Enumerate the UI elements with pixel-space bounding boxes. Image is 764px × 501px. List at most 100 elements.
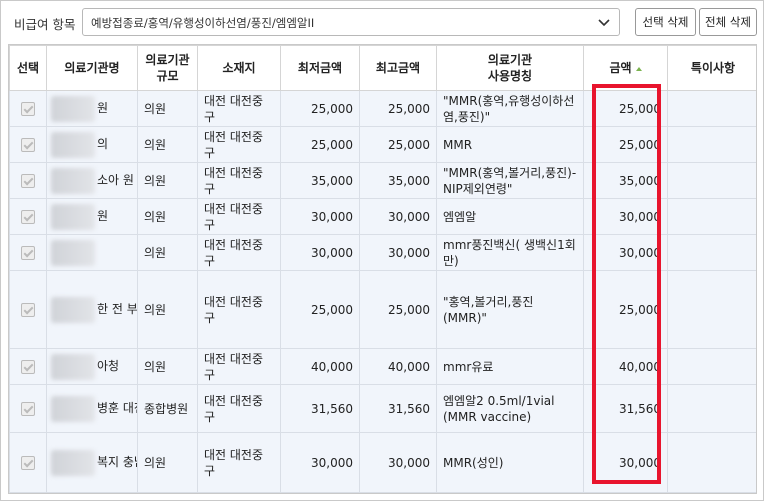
table-row[interactable]: 복지 충남 보건의원대전 대전중구30,00030,000MMR(성인)30,0… [9,432,756,493]
cell-location: 대전 대전중구 [197,90,281,127]
filter-label: 비급여 항목 [14,17,76,32]
cell-scale: 의원 [137,234,198,271]
col-header-scale[interactable]: 의료기관 규모 [137,45,198,91]
cell-max: 30,000 [359,198,437,235]
row-checkbox[interactable] [9,348,47,385]
cell-location: 대전 대전중구 [197,432,281,493]
table-row[interactable]: 병훈 대전종합병원대전 대전중구31,56031,560엠엠알2 0.5ml/1… [9,384,756,433]
checkbox-icon[interactable] [21,402,35,416]
cell-scale: 의원 [137,432,198,493]
cell-name: 원 [46,198,138,235]
cell-min: 30,000 [280,432,360,493]
filter-bar: 비급여 항목 예방접종료/홍역/유행성이하선염/풍진/엠엠알II 선택 삭제 전… [0,0,764,44]
redacted-name-blur [51,449,95,476]
cell-name-text: 복지 충남 보건 [97,455,137,469]
row-checkbox[interactable] [9,90,47,127]
checkbox-icon[interactable] [21,174,35,188]
cell-name-text: 원 [97,209,109,223]
cell-max: 35,000 [359,162,437,199]
table-row[interactable]: 원 의원 대전 대전중구 30,000 30,000 엠엠알 30,000 [9,198,756,235]
table-row[interactable]: 원 의원 대전 대전중구 25,000 25,000 "MMR(홍역,유행성이하선염,풍진… [9,90,756,127]
cell-name-text: 병훈 대전 [97,401,137,415]
cell-usage-name: mmr풍진백신( 생백신1회만) [436,234,584,271]
redacted-name-blur [51,296,95,323]
cell-remarks [667,270,756,349]
col-header-max[interactable]: 최고금액 [359,45,437,91]
row-checkbox[interactable] [9,162,47,199]
cell-remarks [667,90,756,127]
cell-usage-name: MMR [436,126,584,163]
cell-amount: 31,560 [583,384,668,433]
cell-max: 25,000 [359,126,437,163]
cell-location: 대전 대전중구 [197,162,281,199]
cell-name: 아청 [46,348,138,385]
category-select[interactable]: 예방접종료/홍역/유행성이하선염/풍진/엠엠알II [82,8,620,36]
row-checkbox[interactable] [9,198,47,235]
col-header-amount[interactable]: 금액 [583,45,668,91]
row-checkbox[interactable] [9,432,47,493]
delete-all-button[interactable]: 전체 삭제 [699,8,757,36]
col-header-name[interactable]: 의료기관명 [46,45,138,91]
col-header-select: 선택 [9,45,47,91]
cell-usage-name: 엠엠알2 0.5ml/1vial (MMR vaccine) [436,384,584,433]
table-row[interactable]: 의 의원 대전 대전중구 25,000 25,000 MMR 25,000 [9,126,756,163]
table-row[interactable]: 소아 원 의원 대전 대전중구 35,000 35,000 "MMR(홍역,볼거리,풍진)… [9,162,756,199]
cell-name: 원 [46,90,138,127]
cell-max: 30,000 [359,234,437,271]
cell-name-text: 의 [97,137,109,151]
redacted-name-blur [51,353,95,380]
cell-min: 30,000 [280,198,360,235]
cell-min: 35,000 [280,162,360,199]
checkbox-icon[interactable] [21,138,35,152]
row-checkbox[interactable] [9,234,47,271]
checkbox-icon[interactable] [21,210,35,224]
cell-max: 25,000 [359,90,437,127]
category-select-value: 예방접종료/홍역/유행성이하선염/풍진/엠엠알II [91,16,315,30]
cell-name: 복지 충남 보건 [46,432,138,493]
cell-name: 소아 원 [46,162,138,199]
cell-max: 31,560 [359,384,437,433]
row-checkbox[interactable] [9,384,47,433]
col-header-remarks[interactable]: 특이사항 [667,45,756,91]
cell-usage-name: mmr유료 [436,348,584,385]
checkbox-icon[interactable] [21,456,35,470]
col-header-amount-label: 금액 [609,61,632,75]
redacted-name-blur [51,203,95,230]
cell-name: 병훈 대전 [46,384,138,433]
cell-location: 대전 대전중구 [197,234,281,271]
cell-location: 대전 대전중구 [197,384,281,433]
cell-remarks [667,348,756,385]
row-checkbox[interactable] [9,270,47,349]
checkbox-icon[interactable] [21,102,35,116]
results-table-container[interactable]: 선택 의료기관명 의료기관 규모 소재지 최저금액 최고금액 의료기관 사용명칭… [8,44,757,494]
table-body: 원 의원 대전 대전중구 25,000 25,000 "MMR(홍역,유행성이하선염,풍진… [9,90,756,493]
row-checkbox[interactable] [9,126,47,163]
table-row[interactable]: 한 전 부 의의원대전 대전중구25,00025,000"홍역,볼거리,풍진(M… [9,270,756,349]
redacted-name-blur [51,395,95,422]
cell-name: 의 [46,126,138,163]
table-row[interactable]: 의원 대전 대전중구 30,000 30,000 mmr풍진백신( 생백신1회만) 30,… [9,234,756,271]
select-delete-button[interactable]: 선택 삭제 [635,8,696,36]
cell-min: 30,000 [280,234,360,271]
cell-scale: 의원 [137,348,198,385]
cell-amount: 25,000 [583,126,668,163]
cell-location: 대전 대전중구 [197,126,281,163]
cell-name-text: 소아 원 [97,173,134,187]
checkbox-icon[interactable] [21,360,35,374]
cell-usage-name: "홍역,볼거리,풍진(MMR)" [436,270,584,349]
checkbox-icon[interactable] [21,246,35,260]
sort-ascending-icon [635,66,642,71]
cell-amount: 30,000 [583,198,668,235]
cell-remarks [667,234,756,271]
cell-min: 25,000 [280,270,360,349]
table-row[interactable]: 아청 의원 대전 대전중구 40,000 40,000 mmr유료 40,000 [9,348,756,385]
table-header-row: 선택 의료기관명 의료기관 규모 소재지 최저금액 최고금액 의료기관 사용명칭… [9,45,756,91]
checkbox-icon[interactable] [21,303,35,317]
col-header-location[interactable]: 소재지 [197,45,281,91]
col-header-usage-name[interactable]: 의료기관 사용명칭 [436,45,584,91]
cell-min: 31,560 [280,384,360,433]
cell-location: 대전 대전중구 [197,198,281,235]
col-header-min[interactable]: 최저금액 [280,45,360,91]
cell-usage-name: MMR(성인) [436,432,584,493]
cell-name [46,234,138,271]
